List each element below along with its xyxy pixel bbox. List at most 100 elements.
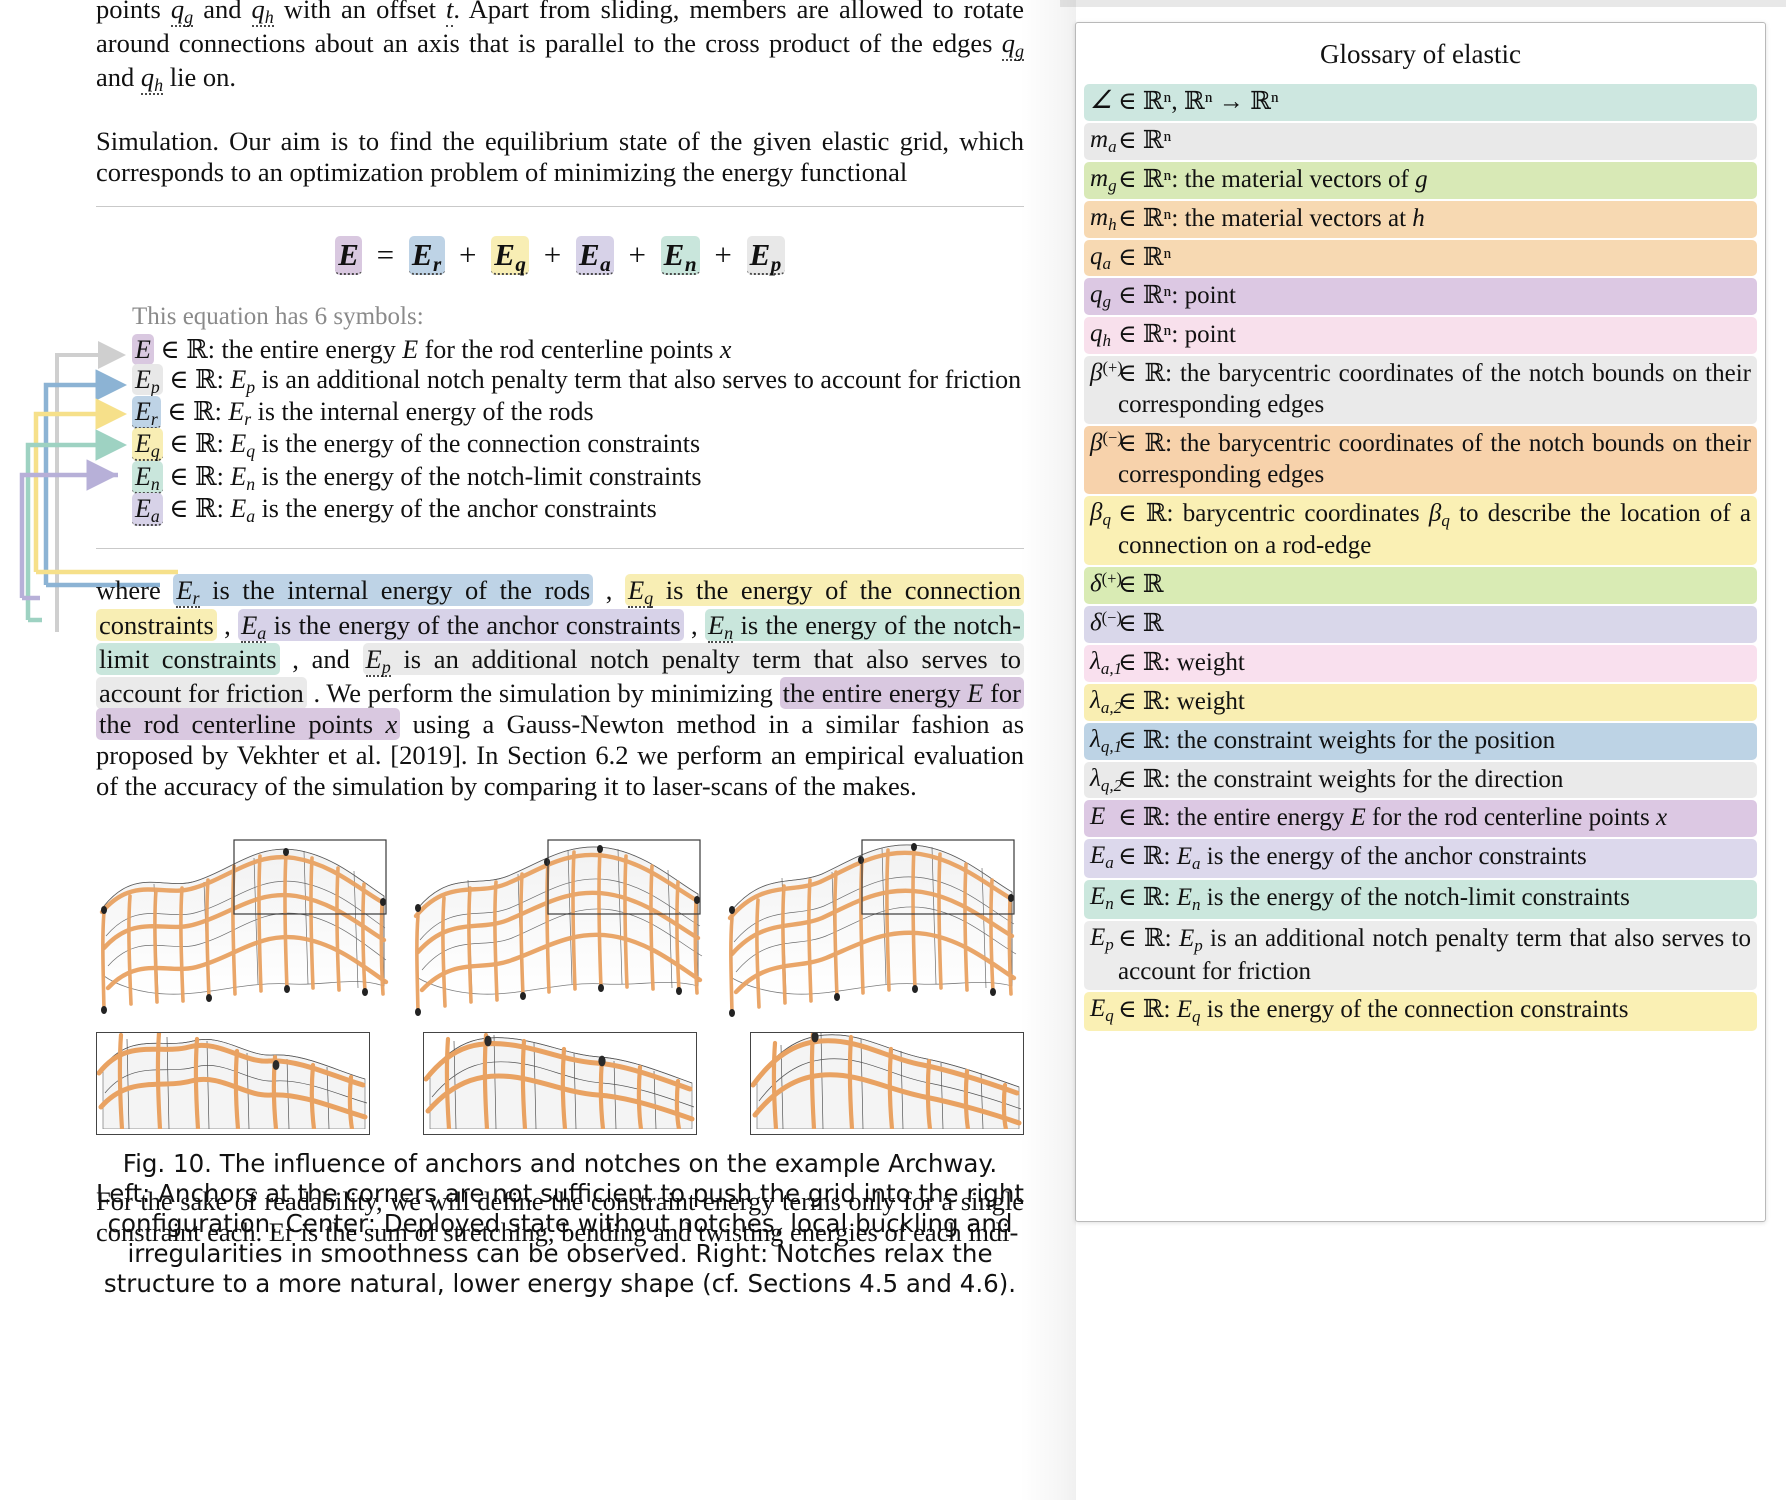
- paragraph-intro: points qg and qh with an offset t. Apart…: [96, 0, 1024, 96]
- glossary-entry-symbol: βq: [1090, 498, 1111, 529]
- glossary-entry[interactable]: mh ∈ ℝⁿ: the material vectors at h: [1084, 200, 1757, 238]
- glossary-entry-symbol: qg: [1090, 281, 1111, 312]
- glossary-entry-text: ∈ ℝ: the constraint weights for the posi…: [1118, 724, 1556, 754]
- divider-bottom: [96, 548, 1024, 550]
- glossary-entry-symbol: Eq: [1090, 995, 1114, 1026]
- hl-Ea-phrase: Ea is the energy of the anchor constrain…: [238, 608, 684, 643]
- glossary-entry-symbol: qa: [1090, 242, 1111, 273]
- glossary-entry-text: ∈ ℝ: Ep is an additional notch penalty t…: [1118, 922, 1751, 985]
- archway-render-left: [99, 839, 389, 1014]
- glossary-entry-text: ∈ ℝ: Eq is the energy of the connection …: [1118, 994, 1629, 1027]
- glossary-entry-text: ∈ ℝ: the constraint weights for the dire…: [1118, 763, 1564, 793]
- detail-inset-left: [96, 1031, 370, 1135]
- page-root: points qg and qh with an offset t. Apart…: [0, 0, 1786, 1500]
- glossary-entry[interactable]: Ea ∈ ℝ: Ea is the energy of the anchor co…: [1084, 839, 1757, 879]
- glossary-entry[interactable]: λa,2 ∈ ℝ: weight: [1084, 683, 1757, 721]
- math-t: t: [446, 0, 454, 27]
- glossary-entry-symbol: β(+): [1090, 358, 1123, 387]
- glossary-entry-symbol: Ep: [1090, 923, 1114, 954]
- eq-term-Er: Er: [408, 235, 445, 276]
- glossary-panel[interactable]: Glossary of elastic ∠ ∈ ℝⁿ, ℝⁿ → ℝⁿ ma ∈ ℝⁿ…: [1075, 22, 1766, 1222]
- glossary-entry[interactable]: δ(−) ∈ ℝ: [1084, 606, 1757, 643]
- eq-term-Ea: Ea: [575, 235, 615, 276]
- symbol-badge-Ep: Ep: [132, 363, 163, 397]
- symbol-item-En: En ∈ ℝ: En is the energy of the notch-li…: [132, 460, 1024, 494]
- glossary-entry[interactable]: λa,1 ∈ ℝ: weight: [1084, 644, 1757, 682]
- symbol-badge-Eq: Eq: [132, 428, 163, 462]
- math-qg: qg: [170, 0, 194, 27]
- hl-Er-phrase: Er is the internal energy of the rods: [173, 574, 594, 609]
- paragraph-simulation: Simulation. Our aim is to find the equil…: [96, 126, 1024, 187]
- glossary-entry-text: ∈ ℝ: Ea is the energy of the anchor cons…: [1118, 841, 1587, 874]
- divider-top: [96, 205, 1024, 207]
- symbol-item-Eq: Eq ∈ ℝ: Eq is the energy of the connecti…: [132, 428, 1024, 462]
- glossary-entry-text: ∈ ℝⁿ: [1118, 241, 1172, 271]
- glossary-entry-text: ∈ ℝ: the barycentric coordinates of the …: [1118, 358, 1751, 418]
- eq-term-Eq: Eq: [491, 235, 530, 276]
- figure-10: Fig. 10. The influence of anchors and no…: [96, 836, 1024, 1298]
- figure-detail-row: [96, 1031, 1024, 1135]
- symbol-item-E: E ∈ ℝ: the entire energy E for the rod c…: [132, 333, 1024, 365]
- archway-render-center: [413, 839, 703, 1016]
- glossary-entry-text: ∈ ℝ: the barycentric coordinates of the …: [1118, 427, 1751, 488]
- symbol-badge-En: En: [132, 460, 163, 494]
- glossary-entry-symbol: λa,1: [1090, 647, 1123, 678]
- glossary-entry-symbol: λq,1: [1090, 725, 1123, 756]
- glossary-entry[interactable]: qg ∈ ℝⁿ: point: [1084, 278, 1757, 316]
- eq-term-E: E: [335, 235, 363, 275]
- glossary-entry[interactable]: Eq ∈ ℝ: Eq is the energy of the connectio…: [1084, 992, 1757, 1032]
- archway-render-right: [727, 839, 1017, 1017]
- glossary-entry[interactable]: qh ∈ ℝⁿ: point: [1084, 317, 1757, 355]
- symbol-badge-E: E: [132, 333, 154, 365]
- glossary-entry-symbol: E: [1090, 803, 1106, 831]
- glossary-entry-text: ∈ ℝⁿ: the material vectors of g: [1118, 163, 1428, 193]
- glossary-entry[interactable]: ∠ ∈ ℝⁿ, ℝⁿ → ℝⁿ: [1084, 84, 1757, 121]
- glossary-entry-text: ∈ ℝ: En is the energy of the notch-limit…: [1118, 882, 1630, 914]
- glossary-entry-text: ∈ ℝ: [1118, 569, 1164, 599]
- glossary-entry[interactable]: β(+) ∈ ℝ: the barycentric coordinates of …: [1084, 356, 1757, 424]
- glossary-entry-symbol: qh: [1090, 320, 1111, 350]
- glossary-entry-symbol: λq,2: [1090, 764, 1123, 795]
- glossary-entry-symbol: Ea: [1090, 842, 1114, 873]
- glossary-entry-text: ∈ ℝⁿ: point: [1118, 319, 1237, 349]
- glossary-entry[interactable]: E ∈ ℝ: the entire energy E for the rod ce…: [1084, 800, 1757, 838]
- detail-inset-right: [750, 1031, 1024, 1135]
- glossary-entry-symbol: λa,2: [1090, 686, 1123, 717]
- glossary-entry[interactable]: β(−) ∈ ℝ: the barycentric coordinates of …: [1084, 425, 1757, 494]
- glossary-entry-text: ∈ ℝⁿ: the material vectors at h: [1118, 202, 1425, 232]
- glossary-entry[interactable]: βq ∈ ℝ: barycentric coordinates βq to des…: [1084, 495, 1757, 566]
- glossary-entry-symbol: ∠: [1090, 87, 1113, 114]
- glossary-entry[interactable]: qa ∈ ℝⁿ: [1084, 239, 1757, 277]
- eq-term-Ep: Ep: [746, 235, 785, 276]
- glossary-entry-text: ∈ ℝ: barycentric coordinates βq to descr…: [1118, 497, 1751, 560]
- glossary-entry[interactable]: mg ∈ ℝⁿ: the material vectors of g: [1084, 161, 1757, 199]
- glossary-entry[interactable]: δ(+) ∈ ℝ: [1084, 567, 1757, 605]
- math-qg-2: qg: [1001, 28, 1024, 62]
- glossary-entry[interactable]: Ep ∈ ℝ: Ep is an additional notch penalty…: [1084, 920, 1757, 991]
- math-qh: qh: [251, 0, 274, 27]
- glossary-entry-symbol: ma: [1090, 125, 1117, 156]
- glossary-entry-symbol: mg: [1090, 164, 1117, 195]
- glossary-entry-text: ∈ ℝⁿ: [1118, 124, 1172, 154]
- glossary-entry-symbol: En: [1090, 883, 1114, 913]
- symbol-item-Ea: Ea ∈ ℝ: Ea is the energy of the anchor c…: [132, 493, 1024, 527]
- math-qh-2: qh: [140, 62, 164, 96]
- symbols-intro: This equation has 6 symbols:: [132, 302, 424, 330]
- glossary-entry[interactable]: En ∈ ℝ: En is the energy of the notch-lim…: [1084, 880, 1757, 919]
- energy-equation: E = Er + Eq + Ea + En + Ep: [96, 235, 1024, 277]
- glossary-entry[interactable]: ma ∈ ℝⁿ: [1084, 122, 1757, 160]
- paragraph-where: where Er is the internal energy of the r…: [96, 574, 1025, 801]
- symbol-list: E ∈ ℝ: the entire energy E for the rod c…: [96, 333, 1024, 527]
- figure-top-row: [96, 836, 1024, 1026]
- glossary-entry-text: ∈ ℝⁿ, ℝⁿ → ℝⁿ: [1118, 86, 1279, 115]
- glossary-entry[interactable]: λq,2 ∈ ℝ: the constraint weights for the …: [1084, 761, 1757, 799]
- symbol-badge-Er: Er: [132, 396, 161, 430]
- glossary-entry[interactable]: λq,1 ∈ ℝ: the constraint weights for the …: [1084, 722, 1757, 760]
- glossary-entry-symbol: β(−): [1090, 427, 1123, 457]
- glossary-entry-text: ∈ ℝ: the entire energy E for the rod cen…: [1118, 802, 1668, 832]
- glossary-entry-symbol: mh: [1090, 203, 1117, 234]
- glossary-entry-list: ∠ ∈ ℝⁿ, ℝⁿ → ℝⁿ ma ∈ ℝⁿ mg ∈ ℝⁿ: the material…: [1076, 84, 1765, 1032]
- symbol-badge-Ea: Ea: [132, 493, 163, 527]
- eq-term-En: En: [660, 235, 701, 276]
- glossary-entry-text: ∈ ℝ: weight: [1118, 685, 1245, 715]
